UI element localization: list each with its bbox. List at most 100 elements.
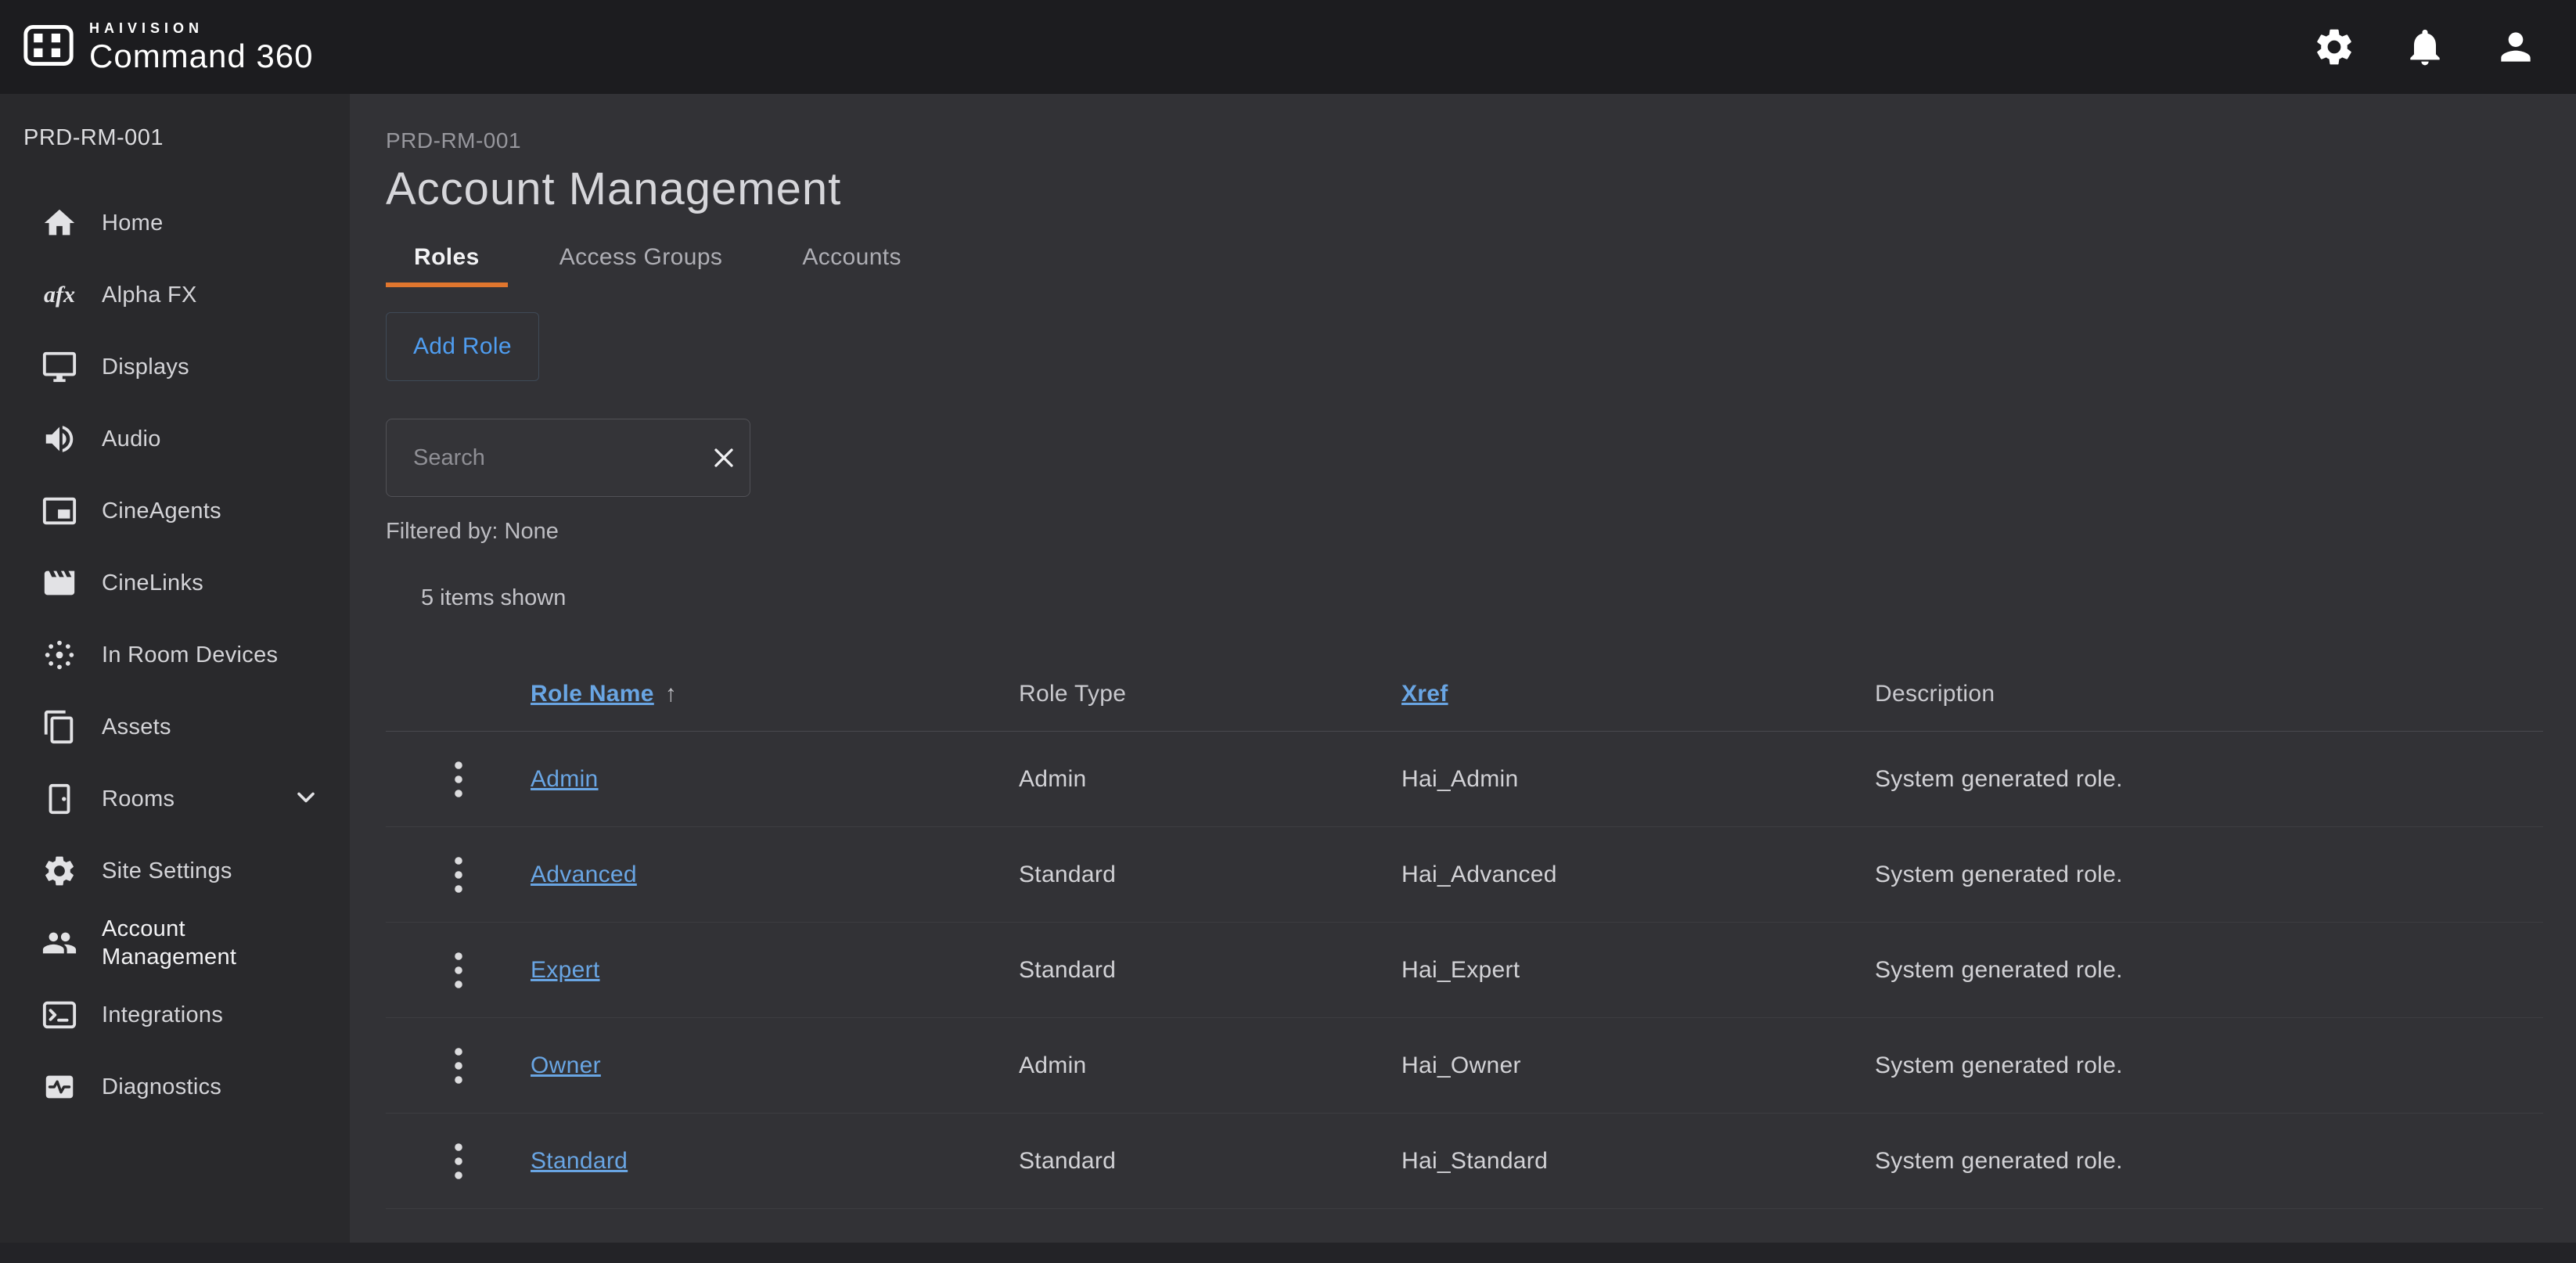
xref-sort-link[interactable]: Xref: [1401, 681, 1448, 707]
role-name-link[interactable]: Expert: [531, 957, 600, 983]
sidebar-item-label: CineLinks: [102, 569, 203, 597]
breadcrumb: PRD-RM-001: [386, 128, 2543, 153]
cineagents-icon: [41, 492, 78, 530]
sidebar-item-label: CineAgents: [102, 497, 221, 525]
roles-table: Role Name ↑ Role Type Xref Description Ad…: [386, 657, 2543, 1209]
sidebar-item-displays[interactable]: Displays: [0, 331, 350, 403]
top-bar: HAIVISION Command 360: [0, 0, 2576, 94]
description-cell: System generated role.: [1875, 1052, 2543, 1079]
sidebar-item-home[interactable]: Home: [0, 187, 350, 259]
role-type-cell: Standard: [1019, 957, 1401, 984]
sidebar-item-label: Account Management: [102, 915, 293, 971]
column-header-description: Description: [1875, 681, 2543, 707]
brand-name-small: HAIVISION: [89, 21, 313, 35]
table-row: Owner Admin Hai_Owner System generated r…: [386, 1018, 2543, 1114]
table-header-row: Role Name ↑ Role Type Xref Description: [386, 657, 2543, 732]
tab-access-groups[interactable]: Access Groups: [531, 232, 751, 287]
row-menu-kebab-icon[interactable]: [439, 947, 478, 994]
sort-ascending-icon: ↑: [665, 681, 677, 707]
search-box: [386, 419, 750, 497]
sidebar-item-alpha-fx[interactable]: afx Alpha FX: [0, 259, 350, 331]
row-menu-kebab-icon[interactable]: [439, 756, 478, 803]
site-settings-icon: [41, 852, 78, 890]
role-name-link[interactable]: Standard: [531, 1148, 628, 1174]
displays-icon: [41, 348, 78, 386]
tab-roles[interactable]: Roles: [386, 232, 508, 287]
sidebar-item-site-settings[interactable]: Site Settings: [0, 835, 350, 907]
role-name-sort-link[interactable]: Role Name: [531, 681, 654, 707]
description-cell: System generated role.: [1875, 1148, 2543, 1175]
items-shown-text: 5 items shown: [421, 585, 2543, 611]
haivision-logo-icon: [23, 24, 74, 70]
row-menu-kebab-icon[interactable]: [439, 851, 478, 898]
sidebar-item-label: Diagnostics: [102, 1073, 221, 1101]
sidebar-item-assets[interactable]: Assets: [0, 691, 350, 763]
sidebar: PRD-RM-001 Home afx Alpha FX Displays Au…: [0, 94, 350, 1243]
home-icon: [41, 204, 78, 242]
table-row: Advanced Standard Hai_Advanced System ge…: [386, 827, 2543, 923]
integrations-icon: [41, 996, 78, 1034]
main-content: PRD-RM-001 Account Management Roles Acce…: [350, 94, 2576, 1243]
role-name-link[interactable]: Owner: [531, 1052, 601, 1078]
xref-cell: Hai_Advanced: [1401, 862, 1875, 888]
tab-bar: Roles Access Groups Accounts: [386, 232, 2543, 287]
row-menu-kebab-icon[interactable]: [439, 1138, 478, 1185]
gear-icon[interactable]: [2312, 24, 2357, 70]
cinelinks-icon: [41, 564, 78, 602]
alpha-fx-icon: afx: [41, 276, 78, 314]
xref-cell: Hai_Owner: [1401, 1052, 1875, 1079]
clear-search-icon[interactable]: [708, 439, 739, 477]
sidebar-item-cinelinks[interactable]: CineLinks: [0, 547, 350, 619]
page-title: Account Management: [386, 163, 2543, 215]
filtered-by-text: Filtered by: None: [386, 519, 2543, 545]
tab-accounts[interactable]: Accounts: [774, 232, 930, 287]
sidebar-nav: Home afx Alpha FX Displays Audio CineAge…: [0, 187, 350, 1123]
chevron-down-icon[interactable]: [292, 783, 320, 815]
xref-cell: Hai_Admin: [1401, 766, 1875, 793]
person-icon[interactable]: [2493, 24, 2538, 70]
bell-icon[interactable]: [2402, 24, 2448, 70]
sidebar-item-label: Displays: [102, 353, 189, 381]
table-row: Expert Standard Hai_Expert System genera…: [386, 923, 2543, 1018]
sidebar-item-label: Integrations: [102, 1001, 223, 1029]
sidebar-item-diagnostics[interactable]: Diagnostics: [0, 1051, 350, 1123]
sidebar-item-cineagents[interactable]: CineAgents: [0, 475, 350, 547]
bottom-scroll-strip[interactable]: [0, 1243, 2576, 1263]
search-input[interactable]: [387, 419, 708, 496]
row-menu-kebab-icon[interactable]: [439, 1042, 478, 1089]
role-type-cell: Standard: [1019, 1148, 1401, 1175]
diagnostics-icon: [41, 1068, 78, 1106]
add-role-button[interactable]: Add Role: [386, 312, 539, 381]
topbar-actions: [2312, 24, 2538, 70]
sidebar-site-label: PRD-RM-001: [0, 94, 350, 151]
column-header-role-name: Role Name ↑: [531, 681, 1019, 707]
role-type-cell: Standard: [1019, 862, 1401, 888]
xref-cell: Hai_Expert: [1401, 957, 1875, 984]
sidebar-item-label: Alpha FX: [102, 281, 197, 309]
rooms-icon: [41, 780, 78, 818]
sidebar-item-label: Assets: [102, 713, 171, 741]
sidebar-item-label: Audio: [102, 425, 161, 453]
xref-cell: Hai_Standard: [1401, 1148, 1875, 1175]
audio-icon: [41, 420, 78, 458]
assets-icon: [41, 708, 78, 746]
table-row: Standard Standard Hai_Standard System ge…: [386, 1114, 2543, 1209]
column-header-role-type: Role Type: [1019, 681, 1401, 707]
role-type-cell: Admin: [1019, 1052, 1401, 1079]
role-name-link[interactable]: Advanced: [531, 862, 637, 887]
table-row: Admin Admin Hai_Admin System generated r…: [386, 732, 2543, 827]
sidebar-item-label: Site Settings: [102, 857, 232, 885]
role-type-cell: Admin: [1019, 766, 1401, 793]
column-header-xref: Xref: [1401, 681, 1875, 707]
brand: HAIVISION Command 360: [23, 21, 313, 73]
brand-name-large: Command 360: [89, 40, 313, 73]
sidebar-item-integrations[interactable]: Integrations: [0, 979, 350, 1051]
sidebar-item-label: Home: [102, 209, 164, 237]
account-management-icon: [41, 924, 78, 962]
sidebar-item-in-room-devices[interactable]: In Room Devices: [0, 619, 350, 691]
sidebar-item-account-management[interactable]: Account Management: [0, 907, 350, 979]
sidebar-item-rooms[interactable]: Rooms: [0, 763, 350, 835]
role-name-link[interactable]: Admin: [531, 766, 599, 792]
sidebar-item-label: Rooms: [102, 785, 174, 813]
sidebar-item-audio[interactable]: Audio: [0, 403, 350, 475]
